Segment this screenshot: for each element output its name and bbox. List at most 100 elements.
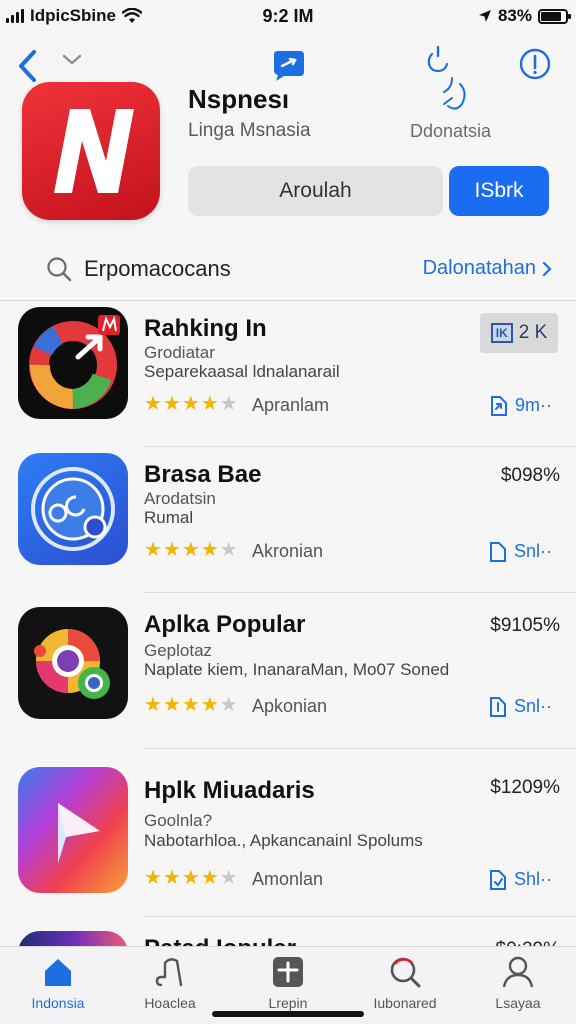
rating-label: Akronian [252,541,324,561]
home-icon [45,959,71,986]
tab-label: Lrepin [268,995,308,1011]
chevron-down-icon[interactable] [62,54,82,66]
star-icon: ★ [200,393,219,415]
home-indicator[interactable] [212,1011,364,1017]
star-icon: ★ [144,539,162,561]
download-action[interactable]: Snl·· [487,694,552,718]
action-label: Snl·· [513,695,552,716]
download-icon [489,542,506,562]
app-name: Rahking In [144,315,267,342]
star-icon: ★ [144,867,162,889]
app-price: $1209% [490,777,560,798]
star-rating: ★ ★ ★ ★ ★ [144,393,238,415]
tab-home[interactable]: Indonsia [3,955,113,1011]
music-icon [155,958,183,987]
arrow-logo-icon [18,767,128,893]
app-list: Rahking In Grodiatar Separekaasal ldnala… [0,301,576,991]
app-description: Nabotarhloa., Apkancanainl Spolums [144,831,423,850]
status-right: 83% [478,6,571,26]
n-logo-icon [54,109,134,193]
chevron-right-icon [542,261,552,276]
app-icon-ranking [18,307,128,419]
star-icon: ★ [162,393,181,415]
info-icon[interactable] [518,47,552,81]
star-icon: ★ [181,393,200,415]
search-text[interactable]: Erpomacocans [84,256,231,282]
star-empty-icon: ★ [219,867,238,889]
star-rating: ★ ★ ★ ★ ★ [144,867,238,889]
download-action[interactable]: Snl·· [487,539,552,563]
app-category: Arodatsin [144,489,216,508]
ring-logo-icon [29,315,120,409]
download-action[interactable]: Shl·· [487,867,552,891]
star-icon: ★ [181,867,200,889]
app-description: Rumal [144,508,194,527]
star-empty-icon: ★ [219,393,238,415]
app-category: Goolnla? [144,811,213,830]
star-icon: ★ [144,393,162,415]
download-action[interactable]: 9m·· [488,393,552,417]
rating-label: Amonlan [252,869,324,889]
list-item[interactable]: Rahking In Grodiatar Separekaasal ldnala… [0,301,576,447]
status-bar: IdpicSbine 9:2 IM 83% [0,0,576,34]
star-icon: ★ [162,694,181,716]
star-icon: ★ [144,694,162,716]
download-icon [489,697,506,717]
app-price: $098% [500,465,560,486]
power-icon[interactable] [426,44,450,78]
plus-square-icon [273,957,303,987]
battery-percent: 83% [497,6,532,25]
rank-badge[interactable]: IK 2 K [480,313,558,353]
app-name: Aplka Popular [144,611,306,638]
app-description: Naplate kiem, InanaraMan, Mo07 Soned [144,660,450,679]
see-all-link[interactable]: Dalonatahan [423,257,552,280]
search-row[interactable]: Erpomacocans Dalonatahan [0,244,576,294]
profile-icon [502,956,534,988]
tab-label: Indonsia [31,995,85,1011]
app-icon-n [22,82,160,220]
app-price: $9105% [490,615,560,636]
tab-label: Iubonared [373,995,437,1011]
star-empty-icon: ★ [219,694,238,716]
star-empty-icon: ★ [219,539,238,561]
back-chevron-icon[interactable] [16,48,40,84]
tab-label: Hoaclea [144,995,196,1011]
download-icon [489,870,506,890]
primary-action-button[interactable]: Aroulah [188,166,443,216]
share-icon[interactable] [270,48,308,82]
tab-label: Lsayaa [495,995,541,1011]
tab-add[interactable]: Lrepin [233,955,343,1011]
list-item[interactable]: Brasa Bae Arodatsin Rumal ★ ★ ★ ★ ★ Akronian… [0,447,576,593]
rank-box-icon: IK [490,323,513,343]
star-icon: ★ [162,539,181,561]
app-category: Geplotaz [144,641,213,660]
tab-search[interactable]: Iubonared [350,955,460,1011]
star-icon: ★ [181,694,200,716]
tab-music[interactable]: Hoaclea [115,955,225,1011]
star-icon: ★ [200,694,219,716]
rating-label: Apkonian [252,696,328,716]
location-arrow-icon [478,10,491,22]
rating-label: Apranlam [252,395,330,415]
star-icon: ★ [200,867,219,889]
list-item[interactable]: Hplk Miuadaris Goolnla? Nabotarhloa., Ap… [0,749,576,917]
star-icon: ★ [162,867,181,889]
star-rating: ★ ★ ★ ★ ★ [144,694,238,716]
circles-logo-icon [18,607,128,719]
app-title: Nspnesı [188,84,290,114]
get-button[interactable]: ISbrk [449,166,549,216]
action-label: Shl·· [513,868,552,889]
download-icon [491,396,507,416]
app-name: Brasa Bae [144,461,262,488]
search-icon [390,957,421,988]
tab-profile[interactable]: Lsayaa [463,955,573,1011]
battery-icon [538,8,571,24]
app-name: Hplk Miuadaris [144,777,315,804]
action-label: Snl·· [513,540,552,561]
list-item[interactable]: Aplka Popular Geplotaz Naplate kiem, Ina… [0,593,576,749]
language-icon[interactable] [438,74,472,114]
star-icon: ★ [200,539,219,561]
app-description: Separekaasal ldnalanarail [144,362,340,381]
star-icon: ★ [181,539,200,561]
app-icon-hplk [18,767,128,893]
